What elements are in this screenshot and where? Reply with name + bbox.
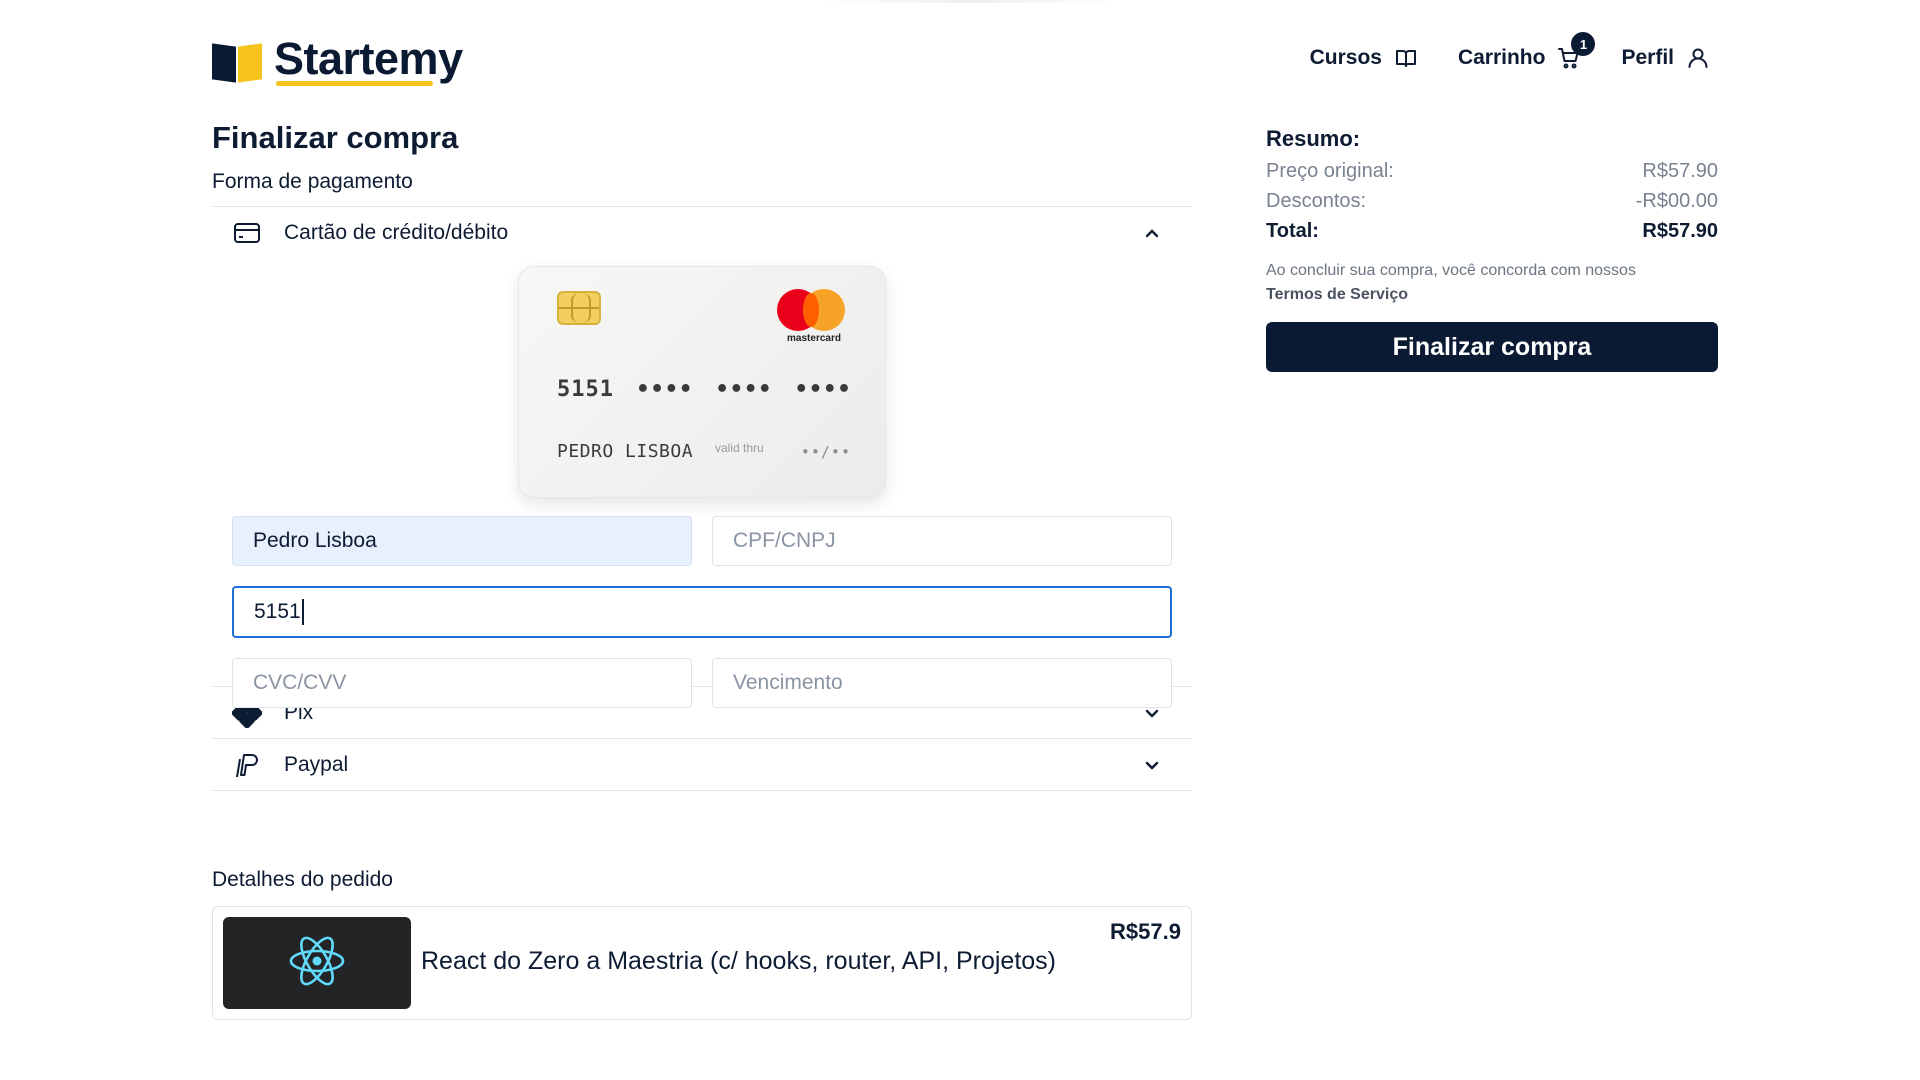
cpf-cnpj-placeholder: CPF/CNPJ [733, 529, 836, 552]
summary-title: Resumo: [1266, 126, 1361, 151]
nav-courses-label: Cursos [1309, 46, 1382, 69]
payment-method-paypal-label: Paypal [284, 752, 349, 776]
order-summary: Resumo: Preço original: R$57.90 Desconto… [1266, 126, 1718, 372]
summary-original-row: Preço original: R$57.90 [1266, 156, 1718, 186]
logo-book-icon [212, 37, 262, 83]
chevron-down-icon [1142, 755, 1162, 775]
payment-method-card[interactable]: Cartão de crédito/débito [212, 206, 1192, 258]
nav-cart-label: Carrinho [1457, 46, 1546, 69]
cardholder-name-value: Pedro Lisboa [253, 529, 377, 552]
card-preview-holder: PEDRO LISBOA [557, 441, 694, 462]
order-item[interactable]: React do Zero a Maestria (c/ hooks, rout… [212, 906, 1192, 1020]
card-brand-text: mastercard [787, 333, 841, 344]
card-payment-panel: mastercard 5151 •••• •••• •••• PEDRO LIS… [212, 258, 1192, 708]
brand-name: Startemy [274, 33, 463, 86]
card-number-value: 5151 [254, 600, 301, 623]
cart-count-badge: 1 [1571, 32, 1596, 56]
top-divider [820, 0, 1120, 3]
nav-profile-label: Perfil [1621, 46, 1674, 69]
course-price: R$57.9 [1110, 919, 1181, 944]
summary-original-label: Preço original: [1266, 159, 1394, 182]
card-preview-expiry: ••/•• [800, 443, 851, 461]
terms-of-service-link[interactable]: Termos de Serviço [1266, 286, 1718, 304]
order-details-label: Detalhes do pedido [212, 868, 393, 891]
summary-original-value: R$57.90 [1642, 159, 1718, 182]
summary-total-value: R$57.90 [1642, 219, 1718, 242]
summary-discount-value: -R$00.00 [1635, 189, 1718, 212]
chevron-up-icon [1142, 223, 1162, 243]
expiry-placeholder: Vencimento [733, 671, 843, 694]
user-icon [1686, 46, 1710, 70]
course-thumbnail [223, 917, 411, 1009]
summary-total-row: Total: R$57.90 [1266, 216, 1718, 246]
summary-total-label: Total: [1266, 219, 1319, 242]
expiry-field[interactable]: Vencimento [712, 658, 1172, 708]
page-title: Finalizar compra [212, 120, 459, 155]
main-nav: Cursos Carrinho 1 Perfil [1270, 32, 1710, 70]
payment-method-card-label: Cartão de crédito/débito [284, 220, 509, 244]
card-chip-icon [557, 291, 601, 325]
mastercard-logo: mastercard [777, 289, 849, 345]
credit-card-preview: mastercard 5151 •••• •••• •••• PEDRO LIS… [518, 266, 886, 498]
card-preview-number: 5151 •••• •••• •••• [557, 377, 852, 402]
finalize-purchase-button[interactable]: Finalizar compra [1266, 322, 1718, 372]
cpf-cnpj-field[interactable]: CPF/CNPJ [712, 516, 1172, 566]
logo[interactable]: Startemy [212, 33, 463, 86]
text-caret [301, 599, 304, 625]
summary-discount-label: Descontos: [1266, 189, 1367, 212]
credit-card-icon [232, 218, 262, 248]
payment-method-paypal[interactable]: Paypal [212, 738, 1192, 790]
book-open-icon [1394, 46, 1418, 70]
nav-cart[interactable]: Carrinho 1 [1457, 32, 1596, 70]
card-number-field[interactable]: 5151 [232, 586, 1172, 638]
cvc-placeholder: CVC/CVV [253, 671, 347, 694]
payment-method-label: Forma de pagamento [212, 170, 413, 193]
react-icon [287, 933, 347, 994]
nav-courses[interactable]: Cursos [1310, 46, 1418, 70]
payment-methods-accordion: Cartão de crédito/débito mastercard 5151… [212, 206, 1192, 791]
cvc-field[interactable]: CVC/CVV [232, 658, 692, 708]
course-title: React do Zero a Maestria (c/ hooks, rout… [421, 947, 1056, 975]
paypal-icon [232, 750, 262, 780]
summary-discount-row: Descontos: -R$00.00 [1266, 186, 1718, 216]
nav-profile[interactable]: Perfil [1621, 46, 1710, 70]
cardholder-name-field[interactable]: Pedro Lisboa [232, 516, 692, 566]
accordion-bottom-divider [212, 790, 1192, 791]
terms-notice: Ao concluir sua compra, você concorda co… [1266, 262, 1636, 279]
card-preview-valid-thru: valid thru [715, 441, 764, 455]
